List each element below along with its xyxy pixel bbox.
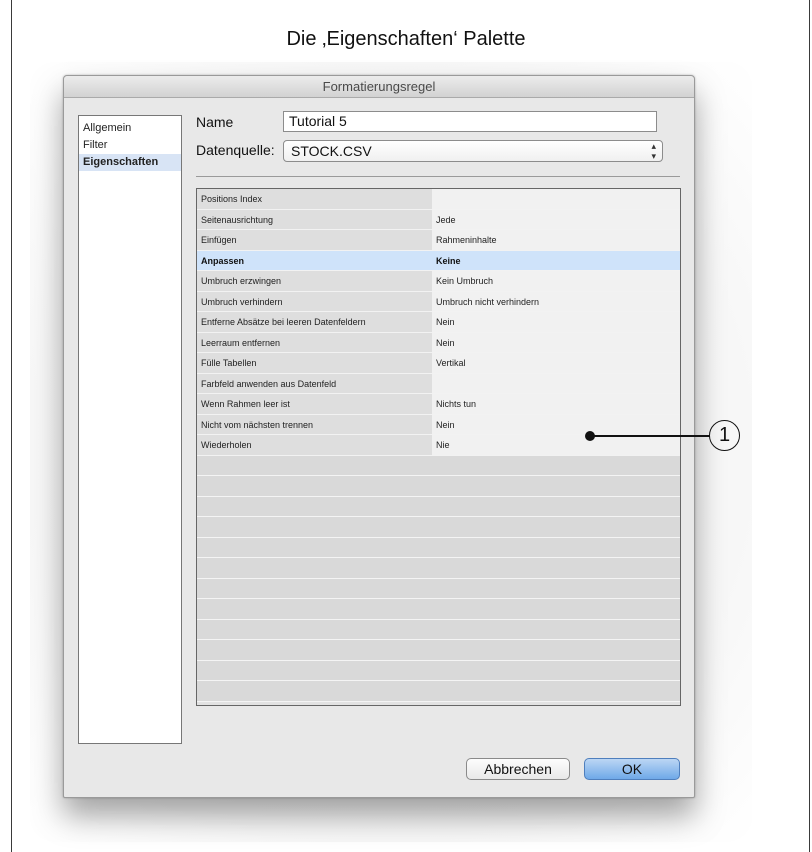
properties-table: Positions Index Seitenausrichtung Jede Einf…: [196, 188, 681, 706]
property-value[interactable]: Nein: [432, 414, 680, 434]
table-row[interactable]: Wenn Rahmen leer ist Nichts tun: [197, 394, 680, 415]
window-title: Formatierungsregel: [64, 76, 694, 98]
property-name: Wenn Rahmen leer ist: [197, 394, 432, 414]
property-value[interactable]: Vertikal: [432, 353, 680, 373]
property-value[interactable]: Jede: [432, 209, 680, 229]
ok-button[interactable]: OK: [584, 758, 680, 780]
empty-row: [197, 578, 680, 599]
empty-row: [197, 476, 680, 497]
empty-row: [197, 517, 680, 538]
table-row[interactable]: Leerraum entfernen Nein: [197, 332, 680, 353]
empty-row: [197, 455, 680, 476]
table-row[interactable]: Anpassen Keine: [197, 250, 680, 271]
property-name: Umbruch verhindern: [197, 291, 432, 311]
empty-row: [197, 660, 680, 681]
separator: [196, 176, 680, 177]
frame-border-left: [11, 0, 12, 852]
empty-row: [197, 681, 680, 702]
property-name: Leerraum entfernen: [197, 332, 432, 352]
table-row[interactable]: Umbruch erzwingen Kein Umbruch: [197, 271, 680, 292]
property-name: Anpassen: [197, 250, 432, 270]
empty-row: [197, 496, 680, 517]
property-value[interactable]: Rahmeninhalte: [432, 230, 680, 250]
property-value[interactable]: Nie: [432, 435, 680, 455]
property-name: Wiederholen: [197, 435, 432, 455]
table-row[interactable]: Umbruch verhindern Umbruch nicht verhinde…: [197, 291, 680, 312]
sidebar-item-eigenschaften[interactable]: Eigenschaften: [79, 154, 181, 171]
table-row[interactable]: Einfügen Rahmeninhalte: [197, 230, 680, 251]
empty-row: [197, 537, 680, 558]
empty-row: [197, 599, 680, 620]
cancel-button[interactable]: Abbrechen: [466, 758, 570, 780]
property-name: Entferne Absätze bei leeren Datenfeldern: [197, 312, 432, 332]
property-value[interactable]: Nichts tun: [432, 394, 680, 414]
table-row[interactable]: Wiederholen Nie: [197, 435, 680, 456]
property-value[interactable]: Nein: [432, 332, 680, 352]
sidebar-item-allgemein[interactable]: Allgemein: [79, 120, 181, 137]
property-name: Nicht vom nächsten trennen: [197, 414, 432, 434]
callout-number: 1: [709, 420, 740, 451]
table-row[interactable]: Nicht vom nächsten trennen Nein: [197, 414, 680, 435]
table-row[interactable]: Seitenausrichtung Jede: [197, 209, 680, 230]
datasource-select[interactable]: STOCK.CSV ▴ ▾: [283, 140, 663, 162]
empty-row: [197, 640, 680, 661]
property-name: Einfügen: [197, 230, 432, 250]
callout-line: [592, 435, 710, 437]
property-name: Positions Index: [197, 189, 432, 209]
datasource-value: STOCK.CSV: [291, 143, 372, 159]
sidebar: Allgemein Filter Eigenschaften: [78, 115, 182, 744]
property-value[interactable]: [432, 189, 680, 209]
property-value[interactable]: Kein Umbruch: [432, 271, 680, 291]
property-name: Umbruch erzwingen: [197, 271, 432, 291]
table-row[interactable]: Positions Index: [197, 189, 680, 210]
property-value[interactable]: Umbruch nicht verhindern: [432, 291, 680, 311]
table-row[interactable]: Entferne Absätze bei leeren Datenfeldern…: [197, 312, 680, 333]
stepper-arrows-icon: ▴ ▾: [651, 141, 656, 161]
name-label: Name: [196, 114, 234, 130]
name-input[interactable]: Tutorial 5: [283, 111, 657, 132]
property-value[interactable]: Nein: [432, 312, 680, 332]
table-row[interactable]: Fülle Tabellen Vertikal: [197, 353, 680, 374]
datasource-label: Datenquelle:: [196, 142, 275, 158]
sidebar-item-filter[interactable]: Filter: [79, 137, 181, 154]
property-value[interactable]: [432, 373, 680, 393]
property-name: Farbfeld anwenden aus Datenfeld: [197, 373, 432, 393]
frame-border-right: [809, 0, 810, 852]
empty-row: [197, 619, 680, 640]
figure-caption: Die ‚Eigenschaften‘ Palette: [286, 28, 526, 50]
empty-row: [197, 558, 680, 579]
property-name: Fülle Tabellen: [197, 353, 432, 373]
table-row[interactable]: Farbfeld anwenden aus Datenfeld: [197, 373, 680, 394]
property-value[interactable]: Keine: [432, 250, 680, 270]
property-name: Seitenausrichtung: [197, 209, 432, 229]
